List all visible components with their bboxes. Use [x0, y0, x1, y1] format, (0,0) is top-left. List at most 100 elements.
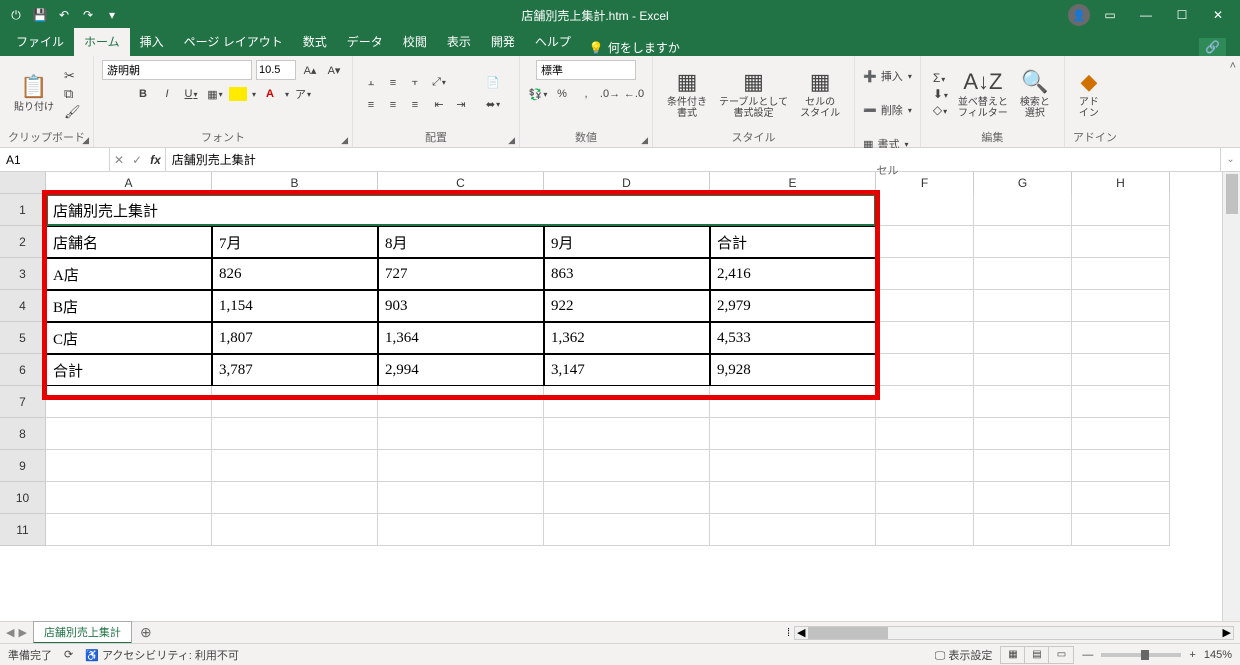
cell-H2[interactable] — [1072, 226, 1170, 258]
cell-F9[interactable] — [876, 450, 974, 482]
cell-F5[interactable] — [876, 322, 974, 354]
cell-D2[interactable]: 9月 — [544, 226, 710, 258]
tell-me-search[interactable]: 💡 何をしますか — [589, 39, 680, 56]
cell-D7[interactable] — [544, 386, 710, 418]
name-box-input[interactable] — [6, 153, 103, 167]
user-avatar-icon[interactable]: 👤 — [1068, 4, 1090, 26]
cell-B7[interactable] — [212, 386, 378, 418]
enter-formula-icon[interactable]: ✓ — [132, 153, 142, 167]
cell-A6[interactable]: 合計 — [46, 354, 212, 386]
cell-H1[interactable] — [1072, 194, 1170, 226]
cells-area[interactable]: 店舗別売上集計店舗名7月8月9月合計A店8267278632,416B店1,15… — [46, 194, 1222, 621]
cell-A1-merged[interactable]: 店舗別売上集計 — [46, 194, 876, 226]
row-header-2[interactable]: 2 — [0, 226, 46, 258]
cell-H10[interactable] — [1072, 482, 1170, 514]
col-header-A[interactable]: A — [46, 172, 212, 194]
cell-F8[interactable] — [876, 418, 974, 450]
cell-G5[interactable] — [974, 322, 1072, 354]
cell-C8[interactable] — [378, 418, 544, 450]
zoom-level[interactable]: 145% — [1204, 649, 1232, 661]
formula-input[interactable] — [172, 153, 1214, 167]
col-header-E[interactable]: E — [710, 172, 876, 194]
row-header-5[interactable]: 5 — [0, 322, 46, 354]
cell-E9[interactable] — [710, 450, 876, 482]
cell-C4[interactable]: 903 — [378, 290, 544, 322]
row-header-3[interactable]: 3 — [0, 258, 46, 290]
cell-B4[interactable]: 1,154 — [212, 290, 378, 322]
page-layout-view-icon[interactable]: ▤ — [1025, 647, 1049, 663]
decrease-font-icon[interactable]: A▾ — [324, 60, 344, 80]
cell-D9[interactable] — [544, 450, 710, 482]
tab-page-layout[interactable]: ページ レイアウト — [174, 28, 293, 56]
format-as-table-button[interactable]: ▦テーブルとして 書式設定 — [713, 67, 794, 121]
undo-icon[interactable]: ↶ — [56, 7, 72, 23]
cell-F7[interactable] — [876, 386, 974, 418]
sheet-tab-active[interactable]: 店舗別売上集計 — [33, 621, 132, 644]
cell-G3[interactable] — [974, 258, 1072, 290]
wrap-text-icon[interactable]: 📄 — [479, 73, 507, 93]
col-header-D[interactable]: D — [544, 172, 710, 194]
cell-F10[interactable] — [876, 482, 974, 514]
addins-button[interactable]: ◆アド イン — [1073, 67, 1105, 121]
sheet-nav-prev-icon[interactable]: ◀ — [6, 626, 14, 639]
cell-E5[interactable]: 4,533 — [710, 322, 876, 354]
cell-A11[interactable] — [46, 514, 212, 546]
maximize-icon[interactable]: ☐ — [1166, 3, 1198, 27]
clear-icon[interactable]: ◇▾ — [933, 103, 948, 117]
cell-F3[interactable] — [876, 258, 974, 290]
fill-dropdown-icon[interactable]: ▾ — [252, 90, 256, 99]
cell-E10[interactable] — [710, 482, 876, 514]
fill-color-button[interactable] — [229, 87, 247, 101]
cell-E4[interactable]: 2,979 — [710, 290, 876, 322]
font-color-button[interactable]: A — [260, 84, 280, 104]
tab-view[interactable]: 表示 — [437, 28, 481, 56]
increase-decimal-icon[interactable]: .0→ — [600, 84, 620, 104]
cell-F4[interactable] — [876, 290, 974, 322]
row-header-10[interactable]: 10 — [0, 482, 46, 514]
row-header-8[interactable]: 8 — [0, 418, 46, 450]
cell-G1[interactable] — [974, 194, 1072, 226]
align-middle-icon[interactable]: ≡ — [383, 73, 403, 93]
cell-H6[interactable] — [1072, 354, 1170, 386]
cell-styles-button[interactable]: ▦セルの スタイル — [794, 67, 846, 121]
cell-A9[interactable] — [46, 450, 212, 482]
cell-G6[interactable] — [974, 354, 1072, 386]
align-right-icon[interactable]: ≡ — [405, 95, 425, 115]
cell-A5[interactable]: C店 — [46, 322, 212, 354]
copy-icon[interactable]: ⧉ — [64, 86, 81, 102]
cell-B10[interactable] — [212, 482, 378, 514]
font-launcher-icon[interactable]: ◢ — [341, 135, 348, 146]
cell-A8[interactable] — [46, 418, 212, 450]
minimize-icon[interactable]: — — [1130, 3, 1162, 27]
select-all-corner[interactable] — [0, 172, 46, 194]
tab-file[interactable]: ファイル — [6, 28, 74, 56]
share-button[interactable]: 🔗 — [1199, 38, 1226, 56]
normal-view-icon[interactable]: ▦ — [1001, 647, 1025, 663]
cell-B6[interactable]: 3,787 — [212, 354, 378, 386]
comma-format-icon[interactable]: , — [576, 84, 596, 104]
cell-C2[interactable]: 8月 — [378, 226, 544, 258]
ribbon-display-icon[interactable]: ▭ — [1094, 3, 1126, 27]
cell-G8[interactable] — [974, 418, 1072, 450]
cell-E3[interactable]: 2,416 — [710, 258, 876, 290]
col-header-C[interactable]: C — [378, 172, 544, 194]
cell-E7[interactable] — [710, 386, 876, 418]
decrease-decimal-icon[interactable]: ←.0 — [624, 84, 644, 104]
cell-C6[interactable]: 2,994 — [378, 354, 544, 386]
cell-F6[interactable] — [876, 354, 974, 386]
tab-data[interactable]: データ — [337, 28, 393, 56]
cell-E2[interactable]: 合計 — [710, 226, 876, 258]
cell-G7[interactable] — [974, 386, 1072, 418]
increase-indent-icon[interactable]: ⇥ — [451, 95, 471, 115]
cell-G10[interactable] — [974, 482, 1072, 514]
align-top-icon[interactable]: ⫠ — [361, 73, 381, 93]
cell-F1[interactable] — [876, 194, 974, 226]
cell-H7[interactable] — [1072, 386, 1170, 418]
cell-H9[interactable] — [1072, 450, 1170, 482]
sheet-nav-next-icon[interactable]: ▶ — [18, 626, 26, 639]
cell-G4[interactable] — [974, 290, 1072, 322]
row-header-4[interactable]: 4 — [0, 290, 46, 322]
cell-A2[interactable]: 店舗名 — [46, 226, 212, 258]
alignment-launcher-icon[interactable]: ◢ — [508, 135, 515, 146]
align-left-icon[interactable]: ≡ — [361, 95, 381, 115]
